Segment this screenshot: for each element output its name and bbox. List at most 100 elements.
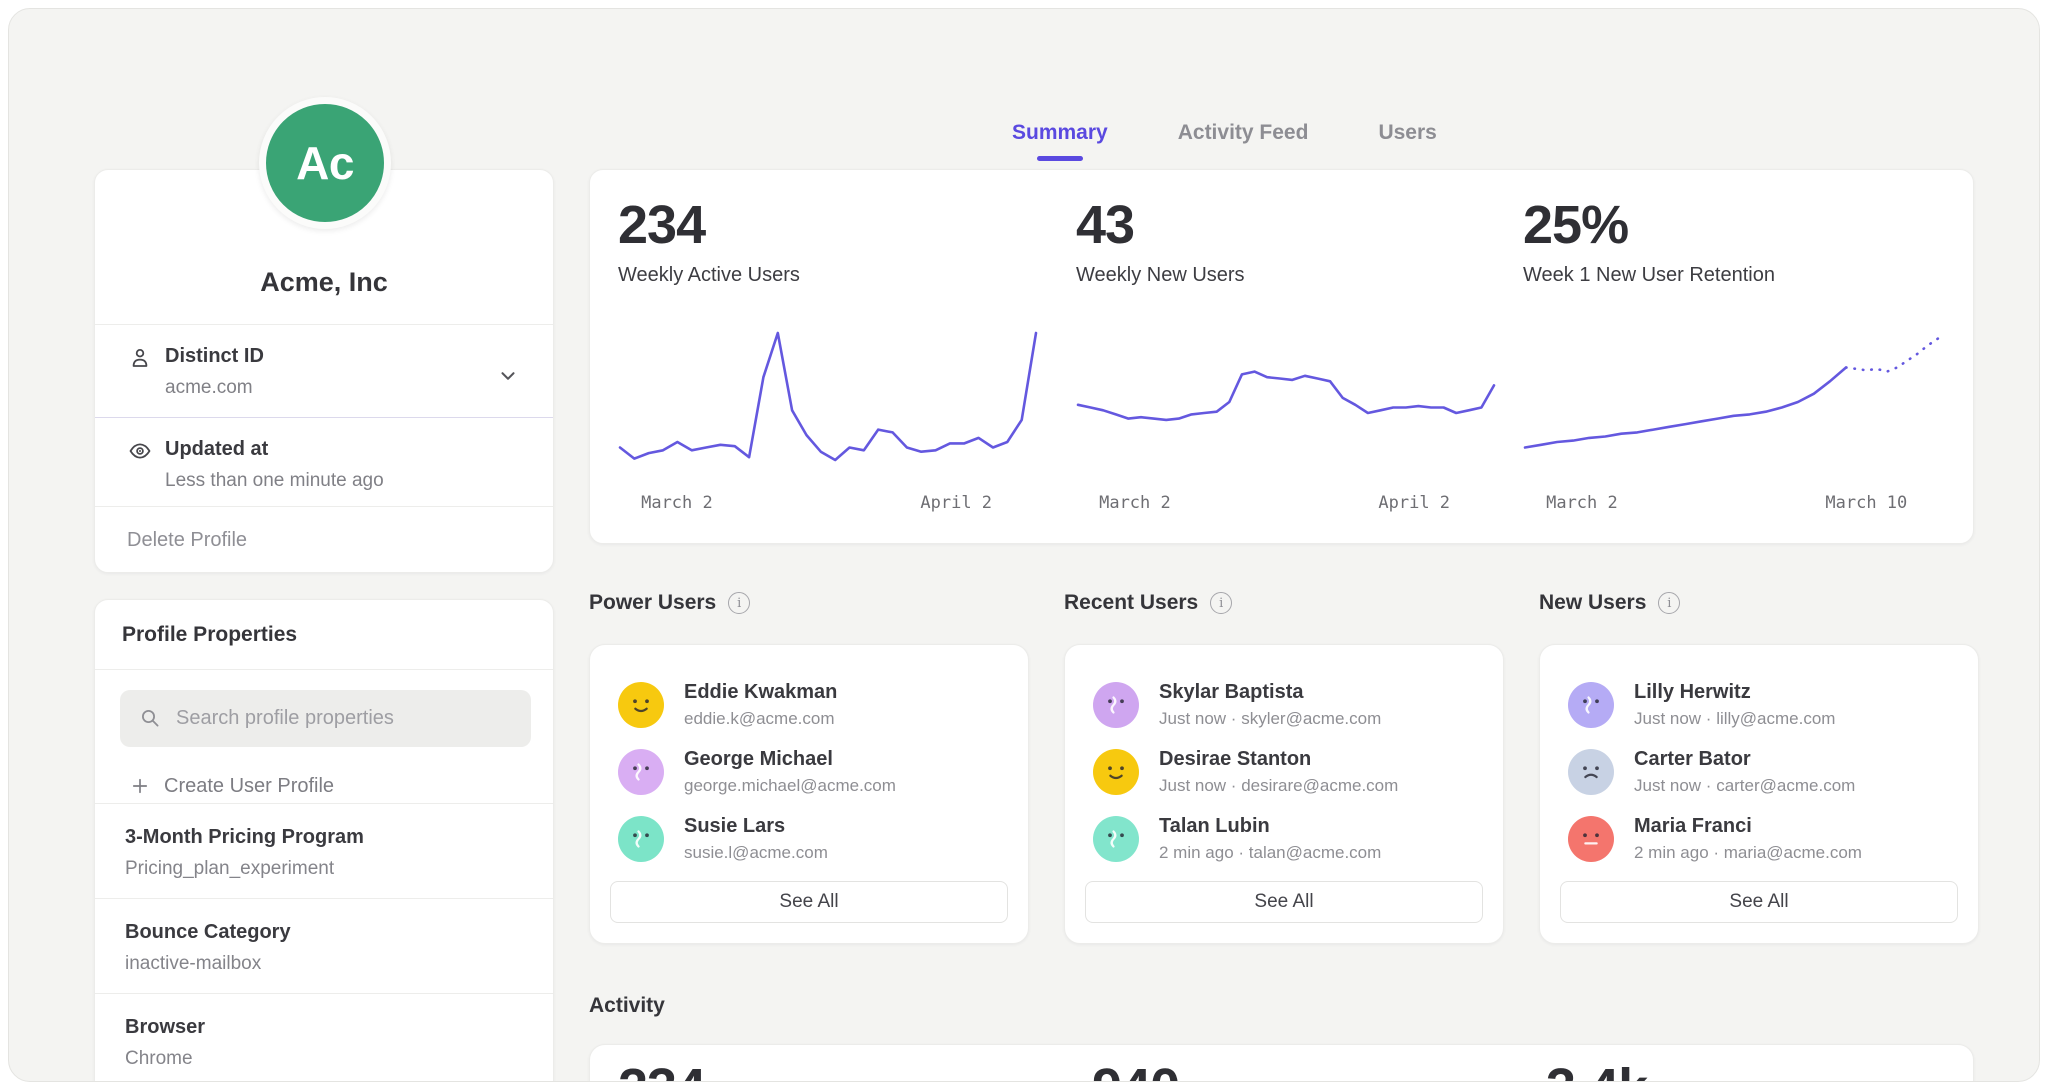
user-avatar <box>1093 682 1139 728</box>
distinct-id-label: Distinct ID <box>165 345 529 368</box>
company-avatar: Ac <box>259 97 391 229</box>
weekly-new-users-chart <box>1076 323 1496 483</box>
see-all-button[interactable]: See All <box>1560 881 1958 923</box>
user-detail: Just now · skyler@acme.com <box>1159 709 1381 729</box>
user-detail: 2 min ago · maria@acme.com <box>1634 843 1862 863</box>
tab-users[interactable]: Users <box>1378 121 1436 161</box>
property-value: inactive-mailbox <box>125 953 529 975</box>
chart-x-axis: March 2 April 2 <box>1076 493 1496 523</box>
user-name: Skylar Baptista <box>1159 681 1381 704</box>
stat-number: 25% <box>1523 198 1943 252</box>
section-title: Power Users <box>589 591 716 615</box>
create-user-profile-button[interactable]: Create User Profile <box>130 769 553 803</box>
recent-users-card: Skylar Baptista Just now · skyler@acme.c… <box>1064 644 1504 944</box>
new-users-header: New Users i <box>1539 591 1979 615</box>
face-icon <box>626 757 656 787</box>
user-row[interactable]: Skylar Baptista Just now · skyler@acme.c… <box>1093 671 1503 738</box>
axis-tick: March 2 <box>1546 493 1618 513</box>
retention-stat: 25% Week 1 New User Retention March 2 Ma… <box>1523 198 1943 523</box>
axis-tick: April 2 <box>920 493 992 513</box>
activity-card: 234 940 3.4k <box>589 1044 1974 1082</box>
face-icon <box>1576 757 1606 787</box>
see-all-button[interactable]: See All <box>1085 881 1483 923</box>
axis-tick: March 2 <box>641 493 713 513</box>
chevron-down-icon[interactable] <box>497 365 519 387</box>
tab-summary[interactable]: Summary <box>1012 121 1108 161</box>
updated-at-label: Updated at <box>165 438 529 461</box>
user-avatar <box>618 816 664 862</box>
power-users-card: Eddie Kwakman eddie.k@acme.com George Mi… <box>589 644 1029 944</box>
see-all-button[interactable]: See All <box>610 881 1008 923</box>
weekly-active-users-stat: 234 Weekly Active Users March 2 April 2 <box>618 198 1038 523</box>
stat-number: 234 <box>618 198 1038 252</box>
face-icon <box>1576 824 1606 854</box>
tab-bar: Summary Activity Feed Users <box>1012 121 1437 161</box>
updated-at-value: Less than one minute ago <box>165 470 529 492</box>
power-users-header: Power Users i <box>589 591 1029 615</box>
info-icon[interactable]: i <box>1210 592 1232 614</box>
user-row[interactable]: Talan Lubin 2 min ago · talan@acme.com <box>1093 805 1503 872</box>
face-icon <box>626 690 656 720</box>
face-icon <box>1101 757 1131 787</box>
user-detail: 2 min ago · talan@acme.com <box>1159 843 1381 863</box>
property-name: 3-Month Pricing Program <box>125 826 529 849</box>
property-row: 3-Month Pricing Program Pricing_plan_exp… <box>95 803 553 898</box>
weekly-active-users-chart <box>618 323 1038 483</box>
delete-profile-button[interactable]: Delete Profile <box>95 507 553 573</box>
eye-icon <box>128 439 152 463</box>
user-row[interactable]: George Michael george.michael@acme.com <box>618 738 1028 805</box>
property-name: Browser <box>125 1016 529 1039</box>
profile-properties-title: Profile Properties <box>95 600 553 670</box>
user-row[interactable]: Carter Bator Just now · carter@acme.com <box>1568 738 1978 805</box>
user-avatar <box>618 682 664 728</box>
search-icon <box>138 706 162 730</box>
user-avatar <box>1093 816 1139 862</box>
user-row[interactable]: Lilly Herwitz Just now · lilly@acme.com <box>1568 671 1978 738</box>
user-name: Lilly Herwitz <box>1634 681 1835 704</box>
recent-users-header: Recent Users i <box>1064 591 1504 615</box>
user-detail: Just now · carter@acme.com <box>1634 776 1855 796</box>
user-detail: susie.l@acme.com <box>684 843 828 863</box>
user-row[interactable]: Eddie Kwakman eddie.k@acme.com <box>618 671 1028 738</box>
stat-label: Week 1 New User Retention <box>1523 264 1943 287</box>
user-name: Carter Bator <box>1634 748 1855 771</box>
user-row[interactable]: Desirae Stanton Just now · desirare@acme… <box>1093 738 1503 805</box>
chart-x-axis: March 2 April 2 <box>618 493 1038 523</box>
section-title: New Users <box>1539 591 1646 615</box>
axis-tick: March 2 <box>1099 493 1171 513</box>
user-name: Maria Franci <box>1634 815 1862 838</box>
stat-label: Weekly Active Users <box>618 264 1038 287</box>
property-value: Chrome <box>125 1048 529 1070</box>
chart-x-axis: March 2 March 10 <box>1523 493 1943 523</box>
property-row: Bounce Category inactive-mailbox <box>95 898 553 993</box>
search-wrap <box>120 690 529 747</box>
user-detail: Just now · desirare@acme.com <box>1159 776 1398 796</box>
tab-activity-feed[interactable]: Activity Feed <box>1178 121 1309 161</box>
weekly-new-users-stat: 43 Weekly New Users March 2 April 2 <box>1076 198 1496 523</box>
info-icon[interactable]: i <box>1658 592 1680 614</box>
profile-card: Acme, Inc Distinct ID acme.com Updated a… <box>94 169 554 573</box>
user-name: George Michael <box>684 748 896 771</box>
user-avatar <box>1568 749 1614 795</box>
app-window: Ac Acme, Inc Distinct ID acme.com Update… <box>8 8 2040 1082</box>
new-users-card: Lilly Herwitz Just now · lilly@acme.com … <box>1539 644 1979 944</box>
property-row: Browser Chrome <box>95 993 553 1082</box>
user-row[interactable]: Susie Lars susie.l@acme.com <box>618 805 1028 872</box>
user-avatar <box>1093 749 1139 795</box>
create-user-profile-label: Create User Profile <box>164 775 334 798</box>
section-title: Recent Users <box>1064 591 1198 615</box>
user-row[interactable]: Maria Franci 2 min ago · maria@acme.com <box>1568 805 1978 872</box>
search-input[interactable] <box>120 690 531 747</box>
stat-number: 43 <box>1076 198 1496 252</box>
info-icon[interactable]: i <box>728 592 750 614</box>
person-icon <box>128 346 152 370</box>
property-name: Bounce Category <box>125 921 529 944</box>
user-avatar <box>618 749 664 795</box>
axis-tick: March 10 <box>1825 493 1907 513</box>
property-value: Pricing_plan_experiment <box>125 858 529 880</box>
user-detail: george.michael@acme.com <box>684 776 896 796</box>
stat-label: Weekly New Users <box>1076 264 1496 287</box>
company-avatar-initials: Ac <box>296 136 354 190</box>
summary-stats-card: 234 Weekly Active Users March 2 April 2 … <box>589 169 1974 544</box>
user-name: Eddie Kwakman <box>684 681 837 704</box>
